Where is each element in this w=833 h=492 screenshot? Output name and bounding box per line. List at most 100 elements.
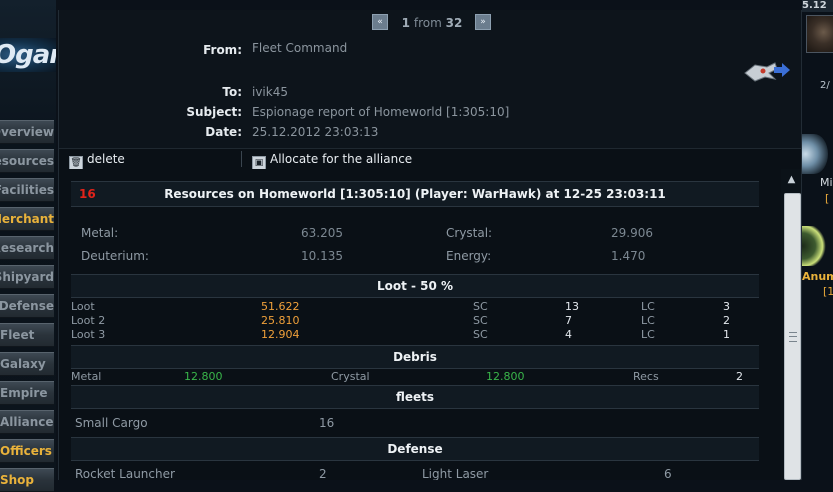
- subject-label: Subject:: [186, 105, 242, 119]
- loot-row-amount: 51.622: [261, 300, 300, 313]
- from-label: From:: [203, 43, 242, 57]
- planet-coords-1: [: [825, 192, 830, 205]
- fleets-section-header: fleets: [71, 385, 759, 409]
- date-label: Date:: [205, 125, 242, 139]
- debris-section-header: Debris: [71, 345, 759, 369]
- recyclers-label: Recs: [633, 370, 659, 383]
- sidebar-item[interactable]: Alliance: [0, 410, 54, 434]
- planet-icon-2[interactable]: [800, 226, 828, 266]
- deuterium-value: 10.135: [301, 249, 343, 263]
- loot-row-label: Loot 2: [71, 314, 106, 327]
- metal-label: Metal:: [81, 226, 119, 240]
- loot-row-sc: 13: [565, 300, 579, 313]
- message-window: « 1 from 32 » From: Fleet Command To: iv…: [58, 10, 802, 480]
- server-time: 5.12: [802, 0, 833, 12]
- sidebar-item[interactable]: Overview: [0, 120, 54, 144]
- to-label: To:: [222, 85, 242, 99]
- sidebar-item[interactable]: Fleet: [0, 323, 54, 347]
- delete-label: delete: [87, 152, 125, 166]
- right-planet-strip: 5.12 2/ Mi [ Anum [1: [800, 0, 833, 480]
- scrollbar-thumb[interactable]: [784, 193, 801, 480]
- pager-total: 32: [445, 16, 463, 30]
- next-message-button[interactable]: »: [475, 14, 491, 30]
- defense-item-1-name: Rocket Launcher: [75, 467, 175, 480]
- loot-row-sc: 4: [565, 328, 572, 341]
- delete-button[interactable]: 🗑 delete: [69, 151, 125, 170]
- game-logo: Ogame: [0, 38, 56, 72]
- sidebar-item[interactable]: Shipyard: [0, 265, 54, 289]
- loot-row-lc: 2: [723, 314, 730, 327]
- debris-metal-label: Metal: [71, 370, 102, 383]
- defense-item-2-name: Light Laser: [422, 467, 489, 480]
- planet-name-1[interactable]: Mi: [820, 176, 833, 189]
- allocate-label: Allocate for the alliance: [270, 152, 413, 166]
- loot-row-amount: 12.904: [261, 328, 300, 341]
- pager-from-word: from: [413, 16, 442, 30]
- report-scrollbar[interactable]: ▲: [781, 169, 801, 480]
- debris-crystal-label: Crystal: [331, 370, 370, 383]
- fleet-item-count: 16: [319, 416, 335, 430]
- deuterium-label: Deuterium:: [81, 249, 149, 263]
- sidebar-item[interactable]: Resources: [0, 149, 54, 173]
- loot-row-lc-label: LC: [641, 300, 655, 313]
- pager-text: 1 from 32: [389, 16, 475, 30]
- loot-row-label: Loot: [71, 300, 95, 313]
- report-title-bar: 16 Resources on Homeworld [1:305:10] (Pl…: [71, 181, 759, 207]
- sidebar-item[interactable]: Shop: [0, 468, 54, 492]
- game-sidebar: Ogame Overview Resources Facilities Merchan…: [0, 0, 56, 492]
- espionage-probe-icon[interactable]: [741, 55, 791, 85]
- message-toolbar: 🗑 delete ▣ Allocate for the alliance: [59, 148, 801, 170]
- loot-row-sc-label: SC: [473, 300, 488, 313]
- sidebar-item[interactable]: Facilities: [0, 178, 54, 202]
- loot-row-lc: 3: [723, 300, 730, 313]
- to-value: ivik45: [252, 85, 288, 99]
- loot-section-header: Loot - 50 %: [71, 274, 759, 298]
- fleet-item-name: Small Cargo: [75, 416, 148, 430]
- sidebar-item[interactable]: Defense: [0, 294, 54, 318]
- sidebar-item[interactable]: Merchant: [0, 207, 54, 231]
- subject-value: Espionage report of Homeworld [1:305:10]: [252, 105, 510, 119]
- previous-message-button[interactable]: «: [372, 14, 388, 30]
- sidebar-item[interactable]: Research: [0, 236, 54, 260]
- report-number: 16: [79, 187, 96, 201]
- trash-icon: 🗑: [69, 156, 83, 170]
- loot-row-lc: 1: [723, 328, 730, 341]
- debris-crystal-value: 12.800: [486, 370, 525, 383]
- planet-icon-1[interactable]: [800, 134, 828, 174]
- sidebar-item[interactable]: Galaxy: [0, 352, 54, 376]
- debris-metal-value: 12.800: [184, 370, 223, 383]
- loot-row-sc: 7: [565, 314, 572, 327]
- energy-label: Energy:: [446, 249, 492, 263]
- allocate-alliance-button[interactable]: ▣ Allocate for the alliance: [252, 151, 413, 170]
- loot-row-sc-label: SC: [473, 328, 488, 341]
- toolbar-divider: [241, 151, 242, 167]
- date-value: 25.12.2012 23:03:13: [252, 125, 379, 139]
- planet-coords-2: [1: [823, 285, 833, 298]
- sidebar-item[interactable]: Empire: [0, 381, 54, 405]
- loot-row-lc-label: LC: [641, 328, 655, 341]
- sidebar-item[interactable]: Officers: [0, 439, 54, 463]
- avatar[interactable]: [806, 15, 833, 53]
- planet-page-indicator: 2/: [820, 80, 830, 91]
- metal-value: 63.205: [301, 226, 343, 240]
- from-value: Fleet Command: [252, 41, 348, 55]
- defense-item-1-count: 2: [319, 467, 327, 480]
- loot-row-sc-label: SC: [473, 314, 488, 327]
- recyclers-value: 2: [736, 370, 743, 383]
- loot-row-amount: 25.810: [261, 314, 300, 327]
- defense-section-header: Defense: [71, 437, 759, 461]
- loot-row-lc-label: LC: [641, 314, 655, 327]
- crystal-label: Crystal:: [446, 226, 493, 240]
- message-pager: « 1 from 32 »: [59, 10, 801, 35]
- pager-current: 1: [401, 16, 411, 30]
- scrollbar-grip-icon: [789, 332, 797, 342]
- energy-value: 1.470: [611, 249, 646, 263]
- defense-item-2-count: 6: [664, 467, 672, 480]
- crystal-value: 29.906: [611, 226, 653, 240]
- scroll-up-icon[interactable]: ▲: [784, 173, 799, 187]
- share-icon: ▣: [252, 156, 266, 170]
- espionage-report: 16 Resources on Homeworld [1:305:10] (Pl…: [59, 169, 781, 480]
- loot-row-label: Loot 3: [71, 328, 106, 341]
- planet-name-2[interactable]: Anum: [802, 270, 833, 283]
- report-title: Resources on Homeworld [1:305:10] (Playe…: [164, 187, 666, 201]
